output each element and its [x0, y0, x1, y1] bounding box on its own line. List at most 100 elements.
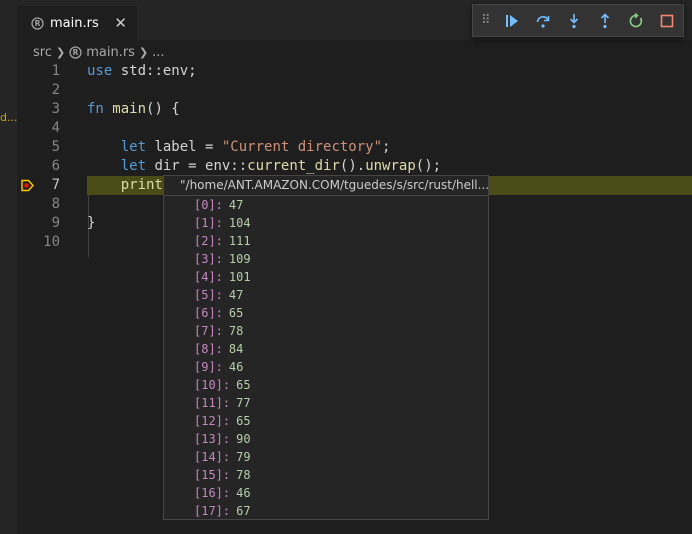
hover-array-item[interactable]: [12]: 65: [164, 412, 488, 430]
step-over-button[interactable]: [528, 7, 559, 35]
array-value: 104: [228, 216, 251, 230]
array-index: [13]:: [194, 432, 231, 446]
rust-file-icon: R: [69, 45, 82, 59]
code-token: () {: [146, 101, 180, 117]
step-out-icon: [601, 12, 610, 28]
code-token: let: [120, 139, 147, 155]
hover-value-header[interactable]: "/home/ANT.AMAZON.COM/tguedes/s/src/rust…: [164, 176, 488, 196]
stop-button[interactable]: [652, 7, 683, 35]
debug-toolbar: ⠿: [472, 4, 684, 37]
breadcrumb-symbol[interactable]: ...: [152, 45, 164, 60]
hover-array-item[interactable]: [3]: 109: [164, 250, 488, 268]
hover-array-item[interactable]: [2]: 111: [164, 232, 488, 250]
continue-icon: [506, 14, 519, 27]
line-number: 5: [51, 139, 60, 155]
hover-array-item[interactable]: [14]: 79: [164, 448, 488, 466]
code-text: }: [87, 214, 95, 233]
line-number: 4: [51, 120, 60, 136]
line-number: 6: [51, 158, 60, 174]
breadcrumb-folder[interactable]: src: [33, 45, 52, 60]
array-value: 90: [236, 432, 251, 446]
array-value: 46: [236, 486, 251, 500]
code-text: print: [87, 176, 163, 195]
array-value: 101: [228, 270, 251, 284]
code-token: current_dir: [247, 158, 340, 174]
line-number: 10: [43, 234, 60, 250]
line-number: 8: [51, 196, 60, 212]
hover-array-item[interactable]: [15]: 78: [164, 466, 488, 484]
code-token: use: [87, 63, 113, 79]
restart-button[interactable]: [621, 7, 652, 35]
array-value: 78: [228, 324, 244, 338]
array-value: 79: [236, 450, 251, 464]
array-index: [7]:: [194, 324, 223, 338]
stop-icon: [661, 14, 674, 27]
array-value: 47: [228, 198, 244, 212]
hover-items-list: [0]: 47 [1]: 104 [2]: 111 [3]: 109 [4]: 101 [5]: 47…: [164, 196, 488, 519]
restart-icon: [630, 12, 643, 27]
code-token: unwrap: [365, 158, 416, 174]
array-index: [15]:: [194, 468, 231, 482]
hover-array-item[interactable]: [17]: 67: [164, 502, 488, 519]
hover-array-item[interactable]: [1]: 104: [164, 214, 488, 232]
step-into-button[interactable]: [559, 7, 590, 35]
hover-array-item[interactable]: [16]: 46: [164, 484, 488, 502]
hover-array-item[interactable]: [0]: 47: [164, 196, 488, 214]
array-value: 84: [228, 342, 244, 356]
hover-array-item[interactable]: [4]: 101: [164, 268, 488, 286]
chevron-right-icon: ❯: [138, 45, 149, 59]
code-line[interactable]: 5 let label = "Current directory";: [0, 138, 692, 157]
tab-label: main.rs: [50, 15, 99, 31]
rust-file-icon: R: [31, 16, 44, 30]
hover-array-item[interactable]: [5]: 47: [164, 286, 488, 304]
array-index: [9]:: [194, 360, 223, 374]
breadcrumb-file[interactable]: main.rs: [86, 45, 135, 60]
hover-array-item[interactable]: [9]: 46: [164, 358, 488, 376]
code-token: print: [120, 177, 163, 193]
tab-main-rs[interactable]: R main.rs ✕: [17, 6, 137, 40]
hover-array-item[interactable]: [8]: 84: [164, 340, 488, 358]
array-value: 67: [236, 504, 251, 518]
code-text: let label = "Current directory";: [87, 138, 391, 157]
svg-text:R: R: [73, 48, 79, 57]
chevron-right-icon: ❯: [55, 45, 66, 59]
hover-array-item[interactable]: [6]: 65: [164, 304, 488, 322]
array-index: [10]:: [194, 378, 231, 392]
array-value: 77: [236, 396, 251, 410]
code-token: std::env;: [112, 63, 197, 79]
code-token: ().: [339, 158, 366, 174]
code-text: fn main() {: [87, 100, 180, 119]
hover-array-item[interactable]: [10]: 65: [164, 376, 488, 394]
breadcrumb: src ❯ R main.rs ❯ ...: [33, 43, 165, 61]
code-token: label =: [146, 139, 222, 155]
svg-text:R: R: [35, 19, 41, 28]
code-text: use std::env;: [87, 62, 197, 81]
hover-array-item[interactable]: [13]: 90: [164, 430, 488, 448]
hover-array-item[interactable]: [7]: 78: [164, 322, 488, 340]
continue-button[interactable]: [497, 7, 528, 35]
line-number: 3: [51, 101, 60, 117]
code-line[interactable]: 6 let dir = env::current_dir().unwrap();: [0, 157, 692, 176]
code-line[interactable]: 4: [0, 119, 692, 138]
hover-array-item[interactable]: [11]: 77: [164, 394, 488, 412]
array-index: [12]:: [194, 414, 231, 428]
array-index: [2]:: [194, 234, 223, 248]
array-index: [5]:: [194, 288, 223, 302]
array-index: [8]:: [194, 342, 223, 356]
drag-handle-icon[interactable]: ⠿: [481, 13, 497, 28]
array-index: [3]:: [194, 252, 223, 266]
code-token: let: [120, 158, 147, 174]
debug-hover-widget[interactable]: "/home/ANT.AMAZON.COM/tguedes/s/src/rust…: [163, 175, 489, 520]
code-token: main: [112, 101, 147, 117]
close-icon[interactable]: ✕: [114, 14, 127, 32]
code-token: dir = env::: [146, 158, 248, 174]
code-line[interactable]: 2: [0, 81, 692, 100]
step-out-button[interactable]: [590, 7, 621, 35]
code-line[interactable]: 1 use std::env;: [0, 62, 692, 81]
array-value: 65: [228, 306, 244, 320]
code-line[interactable]: 3 fn main() {: [0, 100, 692, 119]
array-value: 111: [228, 234, 251, 248]
